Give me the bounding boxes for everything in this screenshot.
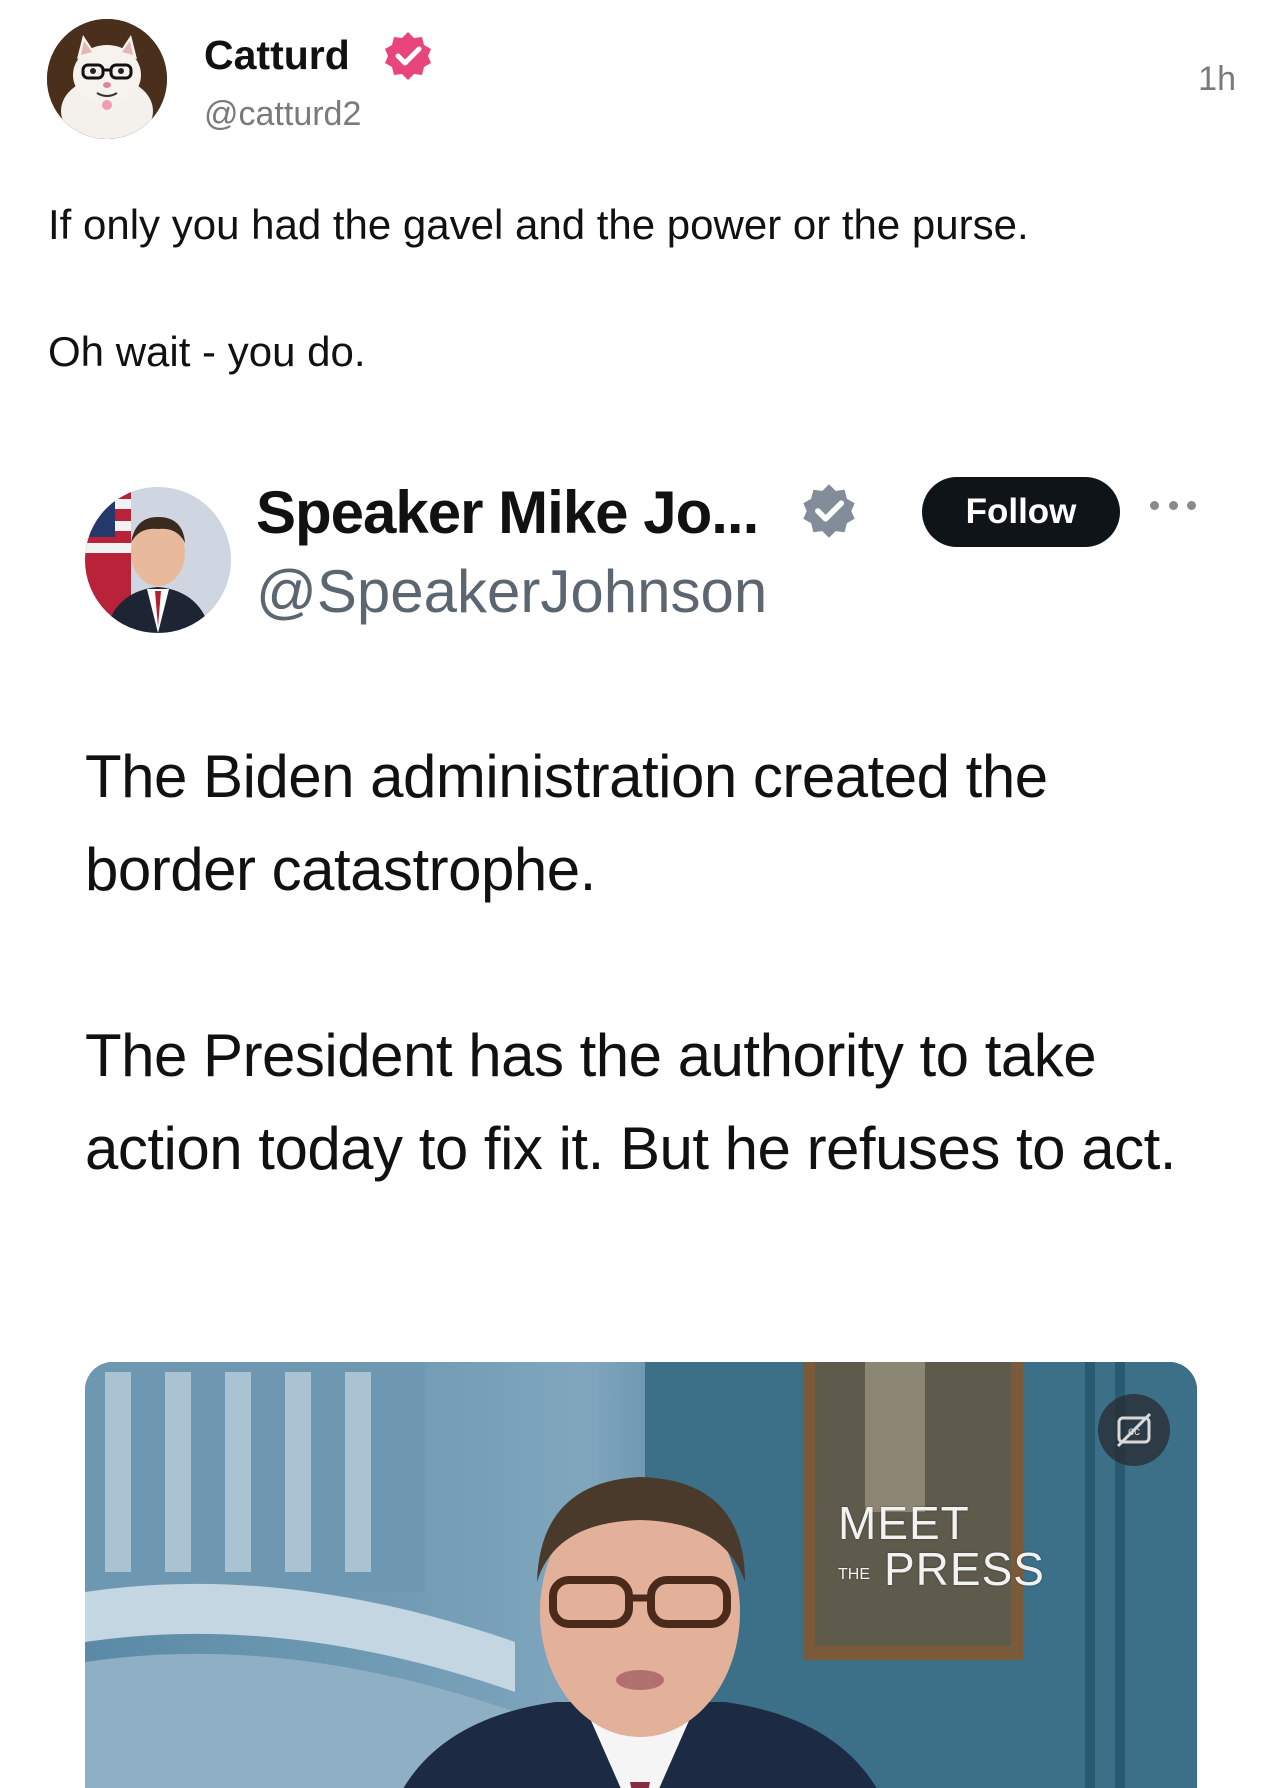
verified-badge-icon [385, 32, 431, 80]
speaker-avatar-image [85, 487, 231, 633]
author-handle[interactable]: @catturd2 [204, 92, 361, 136]
embedded-author-avatar [85, 487, 231, 633]
embedded-author-name: Speaker Mike Jo... [256, 479, 759, 546]
cat-avatar-image [47, 19, 167, 139]
embedded-paragraph-2: The President has the authority to take … [85, 1022, 1176, 1182]
post-page: Catturd @catturd2 1h If only you had the… [0, 0, 1284, 1788]
embedded-author-handle: @SpeakerJohnson [256, 558, 768, 625]
captions-off-icon[interactable]: cc [1098, 1394, 1170, 1466]
embedded-verified-badge-icon [803, 484, 855, 538]
follow-button: Follow [922, 477, 1120, 547]
post-text-line-1: If only you had the gavel and the power … [48, 201, 1029, 248]
author-avatar[interactable] [47, 19, 167, 139]
meet-the-press-logo: MEET THE PRESS [838, 1497, 1045, 1595]
post-text-line-2: Oh wait - you do. [48, 328, 366, 375]
author-name[interactable]: Catturd [204, 30, 350, 80]
embedded-paragraph-1: The Biden administration created the bor… [85, 743, 1048, 903]
more-options-icon [1150, 494, 1196, 516]
post-timestamp: 1h [1198, 60, 1236, 98]
captions-glyph-icon: cc [1116, 1412, 1152, 1448]
